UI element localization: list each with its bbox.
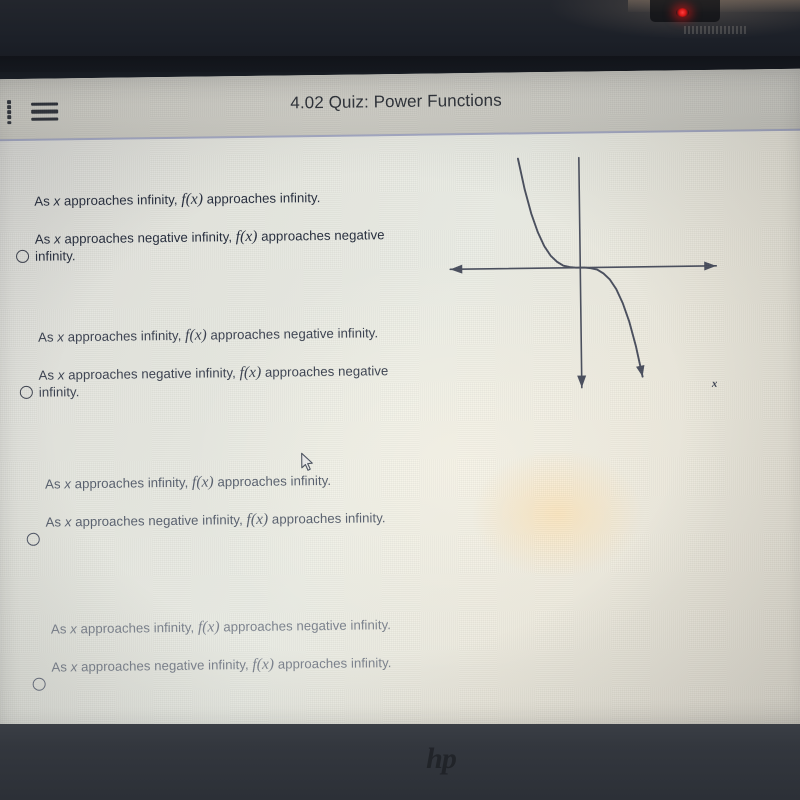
power-led-icon [676,8,689,17]
answer-choice[interactable]: As x approaches infinity, f(x) approache… [1,188,401,264]
laptop-photo: 4.02 Quiz: Power Functions As x approach… [0,0,800,800]
answer-choice[interactable]: As x approaches infinity, f(x) approache… [7,616,407,691]
laptop-screen: 4.02 Quiz: Power Functions As x approach… [0,68,800,736]
x-axis-left-arrow [450,264,463,274]
bezel-brand-text [684,26,748,34]
answer-choice-text: As x approaches infinity, f(x) approache… [34,188,387,265]
curve-end-arrow [636,364,645,377]
answer-line: As x approaches negative infinity, f(x) … [38,362,389,400]
answer-line: As x approaches negative infinity, f(x) … [45,509,386,530]
answer-line: As x approaches infinity, f(x) approache… [50,617,392,637]
axis-arrowheads [450,261,717,388]
radio-button[interactable] [15,249,30,264]
y-axis-down-arrow [577,375,587,388]
y-axis [578,156,583,389]
answer-line: As x approaches infinity, f(x) approache… [44,472,332,492]
radio-button[interactable] [32,677,46,691]
answer-choice[interactable]: As x approaches infinity, f(x) approache… [3,324,403,400]
answer-choice-text: As x approaches infinity, f(x) approache… [51,616,404,676]
laptop-bottom-bezel [0,724,800,800]
answer-line: As x approaches negative infinity, f(x) … [51,654,392,675]
graph-svg [449,156,718,389]
answer-line: As x approaches infinity, f(x) approache… [38,325,379,345]
function-graph [427,140,741,414]
answer-line: As x approaches infinity, f(x) approache… [34,190,321,209]
hp-logo: hp [426,742,457,775]
radio-button[interactable] [26,532,40,546]
radio-button[interactable] [19,385,33,399]
x-axis-right-arrow [704,261,717,271]
quiz-content-area: As x approaches infinity, f(x) approache… [0,130,800,736]
x-axis-label: x [711,377,718,390]
answer-choice-text: As x approaches infinity, f(x) approache… [45,471,398,531]
answer-choice[interactable]: As x approaches infinity, f(x) approache… [5,471,405,546]
answer-line: As x approaches negative infinity, f(x) … [34,226,385,264]
page-title: 4.02 Quiz: Power Functions [290,90,502,113]
answer-choice-text: As x approaches infinity, f(x) approache… [38,324,391,401]
mouse-pointer-icon [301,452,315,472]
